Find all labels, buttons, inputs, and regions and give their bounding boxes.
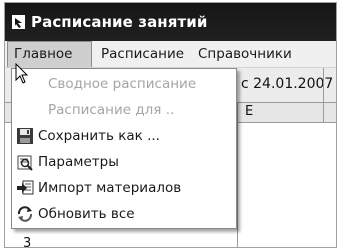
main-menu-dropdown: Сводное расписание Расписание для .. Сох… (11, 68, 237, 229)
menu-item-label: Параметры (38, 154, 119, 170)
menu-item-label: Сохранить как ... (38, 128, 160, 144)
column-divider (237, 103, 238, 247)
column-divider (323, 68, 324, 122)
menu-item-save-as[interactable]: Сохранить как ... (12, 123, 236, 149)
title-bar[interactable]: Расписание занятий (5, 3, 336, 41)
refresh-icon (17, 206, 33, 222)
menu-schedule[interactable]: Расписание (95, 41, 190, 67)
menu-item-label: Расписание для .. (48, 102, 175, 118)
row-number: 3 (23, 236, 32, 248)
floppy-disk-icon (17, 128, 33, 144)
column-header-e[interactable]: E (245, 104, 253, 119)
menu-item-label: Импорт материалов (38, 180, 182, 196)
menu-item-label: Обновить все (38, 206, 135, 222)
import-icon (17, 180, 34, 195)
menu-item-summary-schedule[interactable]: Сводное расписание (12, 71, 236, 97)
menu-directories[interactable]: Справочники (192, 41, 298, 67)
parameters-icon (17, 155, 33, 171)
menu-item-label: Сводное расписание (48, 76, 197, 92)
menu-item-refresh-all[interactable]: Обновить все (12, 201, 236, 227)
menu-item-import-materials[interactable]: Импорт материалов (12, 175, 236, 201)
menu-item-parameters[interactable]: Параметры (12, 149, 236, 175)
mouse-cursor-icon (15, 63, 29, 84)
date-range-text: с 24.01.2007 (241, 76, 334, 92)
menu-item-schedule-for[interactable]: Расписание для .. (12, 97, 236, 123)
window-title: Расписание занятий (31, 13, 208, 31)
menu-bar: Главное Расписание Справочники (5, 41, 336, 68)
app-icon (12, 15, 25, 29)
